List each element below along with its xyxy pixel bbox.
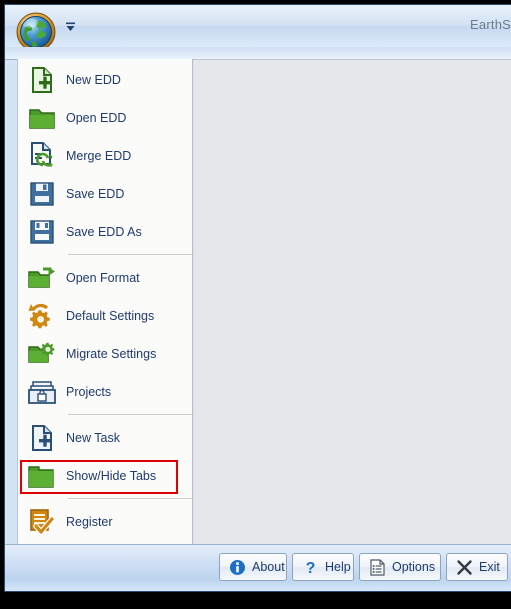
menu-item-show-hide-tabs[interactable]: Show/Hide Tabs xyxy=(18,457,194,495)
menu-item-label: Migrate Settings xyxy=(66,347,157,361)
menu-item-new-edd[interactable]: New EDD xyxy=(18,61,194,99)
menu-item-label: Open EDD xyxy=(66,111,127,125)
options-document-icon xyxy=(369,558,386,576)
menu-item-label: Save EDD xyxy=(66,187,125,201)
application-menu-panel: New EDD Open EDD Merge EDD Save EDD Save EDD… xyxy=(17,59,194,574)
new-task-icon xyxy=(18,419,66,457)
menu-item-merge-edd[interactable]: Merge EDD xyxy=(18,137,194,175)
menu-item-label: Projects xyxy=(66,385,112,399)
register-check-icon xyxy=(18,503,66,541)
menu-separator xyxy=(68,254,194,255)
application-window: EarthS New EDD Open EDD Merge EDD Save EDD S… xyxy=(4,4,511,592)
menu-separator xyxy=(68,498,194,499)
exit-button[interactable]: Exit xyxy=(446,553,508,581)
open-folder-icon xyxy=(18,99,66,137)
help-button[interactable]: ? Help xyxy=(292,553,354,581)
menu-separator xyxy=(68,414,194,415)
new-document-icon xyxy=(18,61,66,99)
menu-item-label: Merge EDD xyxy=(66,149,132,163)
menu-item-label: Default Settings xyxy=(66,309,155,323)
menu-item-label: Register xyxy=(66,515,113,529)
open-format-icon xyxy=(18,259,66,297)
exit-button-label: Exit xyxy=(479,560,500,574)
about-button[interactable]: About xyxy=(219,553,287,581)
chevron-down-icon[interactable] xyxy=(64,22,77,32)
menu-item-open-format[interactable]: Open Format xyxy=(18,259,194,297)
question-mark-icon: ? xyxy=(302,559,319,576)
menu-item-register[interactable]: Register xyxy=(18,503,194,541)
menu-item-label: Open Format xyxy=(66,271,140,285)
options-button-label: Options xyxy=(392,560,436,574)
window-title: EarthS xyxy=(470,17,511,32)
menu-item-label: Show/Hide Tabs xyxy=(66,469,157,483)
folder-icon xyxy=(18,457,66,495)
menu-item-label: Save EDD As xyxy=(66,225,142,239)
content-panel xyxy=(194,59,511,545)
save-as-floppy-icon xyxy=(18,213,66,251)
menu-item-migrate-settings[interactable]: Migrate Settings xyxy=(18,335,194,373)
bottom-button-bar: Exit Options? Help About xyxy=(5,544,511,591)
menu-item-open-edd[interactable]: Open EDD xyxy=(18,99,194,137)
gear-refresh-icon xyxy=(18,297,66,335)
menu-item-label: New EDD xyxy=(66,73,121,87)
help-button-label: Help xyxy=(325,560,351,574)
close-x-icon xyxy=(456,559,473,576)
menu-item-save-edd[interactable]: Save EDD xyxy=(18,175,194,213)
info-icon xyxy=(229,559,246,576)
menu-item-projects[interactable]: Projects xyxy=(18,373,194,411)
screenshot-root: EarthS New EDD Open EDD Merge EDD Save EDD S… xyxy=(0,0,511,609)
merge-document-icon xyxy=(18,137,66,175)
title-bar: EarthS xyxy=(5,5,511,52)
window-body: New EDD Open EDD Merge EDD Save EDD Save EDD… xyxy=(5,59,511,574)
folder-gear-icon xyxy=(18,335,66,373)
file-box-icon xyxy=(18,373,66,411)
svg-text:?: ? xyxy=(306,560,316,576)
menu-item-save-edd-as[interactable]: Save EDD As xyxy=(18,213,194,251)
menu-item-default-settings[interactable]: Default Settings xyxy=(18,297,194,335)
about-button-label: About xyxy=(252,560,285,574)
menu-item-new-task[interactable]: New Task xyxy=(18,419,194,457)
menu-item-label: New Task xyxy=(66,431,120,445)
save-floppy-icon xyxy=(18,175,66,213)
options-button[interactable]: Options xyxy=(359,553,441,581)
